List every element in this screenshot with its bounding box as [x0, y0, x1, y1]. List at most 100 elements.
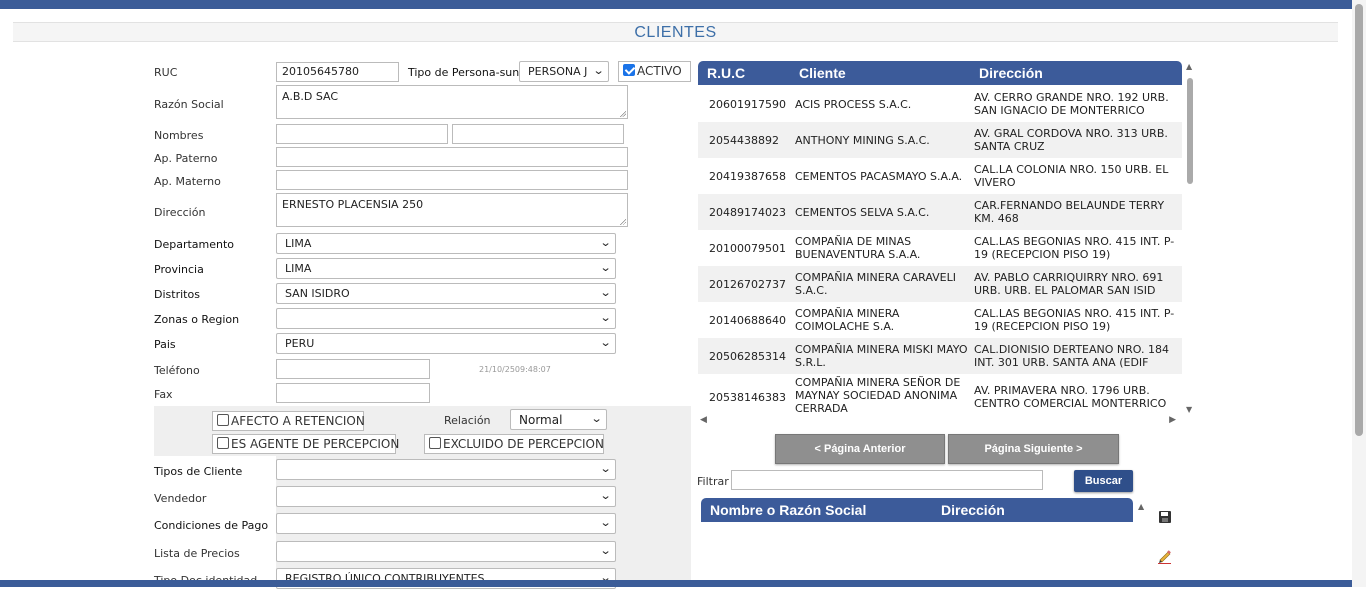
table-row[interactable]: 20538146383 COMPAÑIA MINERA SEÑOR DE MAY… — [698, 374, 1182, 416]
ap-materno-input[interactable] — [276, 170, 628, 190]
cell-ruc: 20489174023 — [709, 205, 786, 219]
search-button[interactable]: Buscar — [1074, 470, 1133, 492]
header-direccion[interactable]: Dirección — [979, 65, 1043, 81]
razon-social-value: A.B.D SAC — [282, 90, 339, 103]
header-direccion-2[interactable]: Dirección — [941, 502, 1005, 518]
table-row[interactable]: 2054438892 ANTHONY MINING S.A.C. AV. GRA… — [698, 122, 1182, 158]
chevron-down-icon: ⌄ — [599, 462, 612, 475]
agente-percepcion-label: ES AGENTE DE PERCEPCION — [231, 437, 400, 451]
zonas-label: Zonas o Region — [154, 313, 240, 326]
afecto-retencion-checkbox[interactable]: AFECTO A RETENCION — [212, 411, 365, 431]
chevron-down-icon: ⌄ — [599, 261, 612, 274]
vendedor-select[interactable]: ⌄ — [276, 486, 616, 507]
cell-cliente: ANTHONY MINING S.A.C. — [795, 133, 930, 147]
timestamp-text: 21/10/2509:48:07 — [479, 365, 551, 374]
departamento-label: Departamento — [154, 238, 235, 251]
table-row[interactable]: 20100079501 COMPAÑIA DE MINAS BUENAVENTU… — [698, 230, 1182, 266]
distritos-label: Distritos — [154, 288, 200, 301]
checkbox-checked-icon — [623, 64, 635, 76]
page-scroll-thumb[interactable] — [1355, 4, 1363, 436]
fax-label: Fax — [154, 388, 173, 401]
provincia-select[interactable]: LIMA ⌄ — [276, 258, 616, 279]
pais-select[interactable]: PERU ⌄ — [276, 333, 616, 354]
scroll-up-icon[interactable]: ▲ — [1186, 62, 1192, 71]
header-ruc[interactable]: R.U.C — [707, 65, 745, 81]
table-row[interactable]: 20140688640 COMPAÑIA MINERA COIMOLACHE S… — [698, 302, 1182, 338]
cell-direccion: CAL.LA COLONIA NRO. 150 URB. EL VIVERO — [974, 163, 1169, 189]
fax-input[interactable] — [276, 383, 430, 403]
table-row[interactable]: 20489174023 CEMENTOS SELVA S.A.C. CAR.FE… — [698, 194, 1182, 230]
departamento-select[interactable]: LIMA ⌄ — [276, 233, 616, 254]
cell-ruc: 2054438892 — [709, 133, 779, 147]
scroll-up-icon[interactable]: ▲ — [1138, 502, 1144, 511]
tipo-persona-select[interactable]: PERSONA J ⌄ — [519, 61, 609, 82]
header-nombre[interactable]: Nombre o Razón Social — [710, 502, 866, 518]
agente-percepcion-checkbox[interactable]: ES AGENTE DE PERCEPCION — [212, 434, 400, 454]
nombres-input-2[interactable] — [452, 124, 624, 144]
chevron-down-icon: ⌄ — [599, 489, 612, 502]
resize-grip-icon[interactable] — [619, 110, 626, 117]
cell-ruc: 20506285314 — [709, 349, 786, 363]
scroll-thumb[interactable] — [1187, 78, 1193, 184]
table-row[interactable]: 20506285314 COMPAÑIA MINERA MISKI MAYO S… — [698, 338, 1182, 374]
condiciones-pago-select[interactable]: ⌄ — [276, 513, 616, 534]
chevron-down-icon: ⌄ — [599, 286, 612, 299]
chevron-down-icon: ⌄ — [599, 516, 612, 529]
provincia-label: Provincia — [154, 263, 204, 276]
resize-grip-icon[interactable] — [619, 218, 626, 225]
departamento-value: LIMA — [285, 237, 312, 250]
table-row[interactable]: 20601917590 ACIS PROCESS S.A.C. AV. CERR… — [698, 86, 1182, 122]
vendedor-label: Vendedor — [154, 492, 207, 505]
activo-label: ACTIVO — [637, 64, 682, 78]
razon-social-label: Razón Social — [154, 98, 224, 111]
lista-precios-label: Lista de Precios — [154, 547, 240, 560]
ruc-input[interactable]: 20105645780 — [276, 62, 399, 82]
ap-paterno-input[interactable] — [276, 147, 628, 167]
checkbox-empty-icon — [217, 414, 229, 426]
table-horizontal-scrollbar[interactable]: ◀ ▶ — [698, 415, 1182, 428]
direccion-value: ERNESTO PLACENSIA 250 — [282, 198, 424, 211]
cell-cliente: CEMENTOS PACASMAYO S.A.A. — [795, 169, 963, 183]
scroll-left-icon[interactable]: ◀ — [700, 415, 707, 425]
bottom-bar — [0, 580, 1352, 587]
checkbox-empty-icon — [217, 437, 229, 449]
direccion-textarea[interactable]: ERNESTO PLACENSIA 250 — [276, 193, 628, 227]
page-scrollbar[interactable] — [1352, 0, 1366, 587]
next-page-button[interactable]: Página Siguiente > — [948, 434, 1119, 464]
distritos-select[interactable]: SAN ISIDRO ⌄ — [276, 283, 616, 304]
telefono-input[interactable] — [276, 359, 430, 379]
chevron-down-icon: ⌄ — [590, 412, 603, 425]
tipos-cliente-label: Tipos de Cliente — [154, 465, 243, 478]
scroll-right-icon[interactable]: ▶ — [1169, 415, 1176, 425]
relacion-select[interactable]: Normal ⌄ — [510, 409, 607, 430]
checkbox-empty-icon — [429, 437, 441, 449]
filter-input[interactable] — [731, 470, 1043, 490]
cell-ruc: 20126702737 — [709, 277, 786, 291]
table-row[interactable]: 20126702737 COMPAÑIA MINERA CARAVELI S.A… — [698, 266, 1182, 302]
floppy-disk-icon[interactable] — [1158, 510, 1172, 524]
previous-page-button[interactable]: < Página Anterior — [775, 434, 945, 464]
cell-cliente: COMPAÑIA MINERA COIMOLACHE S.A. — [795, 307, 900, 333]
razon-social-textarea[interactable]: A.B.D SAC — [276, 85, 628, 119]
clients-table-body: 20601917590 ACIS PROCESS S.A.C. AV. CERR… — [698, 86, 1182, 416]
relacion-label: Relación — [444, 414, 491, 427]
header-cliente[interactable]: Cliente — [799, 65, 846, 81]
lista-precios-select[interactable]: ⌄ — [276, 541, 616, 562]
page-title: CLIENTES — [634, 24, 717, 41]
table-row[interactable]: 20419387658 CEMENTOS PACASMAYO S.A.A. CA… — [698, 158, 1182, 194]
cell-cliente: ACIS PROCESS S.A.C. — [795, 97, 912, 111]
excluido-percepcion-checkbox[interactable]: EXCLUIDO DE PERCEPCION — [424, 434, 604, 454]
nombres-input-1[interactable] — [276, 124, 448, 144]
afecto-retencion-label: AFECTO A RETENCION — [231, 414, 365, 428]
activo-checkbox[interactable]: ACTIVO — [618, 61, 691, 82]
table-vertical-scrollbar[interactable]: ▲ ▼ — [1184, 62, 1196, 414]
cell-cliente: COMPAÑIA DE MINAS BUENAVENTURA S.A.A. — [795, 235, 921, 261]
cell-cliente: CEMENTOS SELVA S.A.C. — [795, 205, 930, 219]
cell-ruc: 20601917590 — [709, 97, 786, 111]
scroll-down-icon[interactable]: ▼ — [1186, 405, 1192, 414]
cell-ruc: 20538146383 — [709, 390, 786, 404]
tipos-cliente-select[interactable]: ⌄ — [276, 459, 616, 480]
cell-ruc: 20140688640 — [709, 313, 786, 327]
zonas-select[interactable]: ⌄ — [276, 308, 616, 329]
pencil-icon[interactable] — [1157, 549, 1172, 564]
